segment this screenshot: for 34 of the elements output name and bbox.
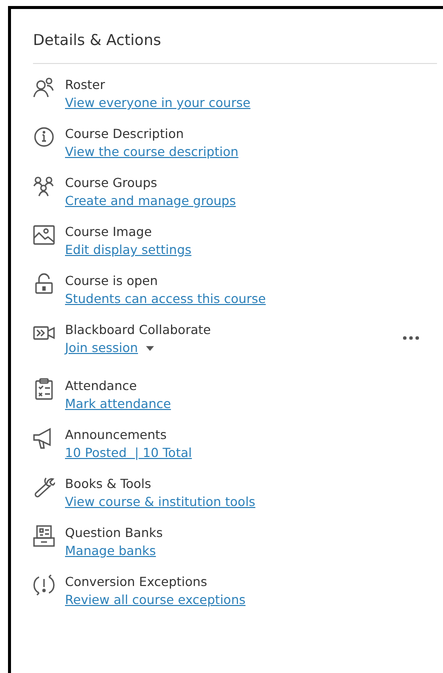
wrench-icon [33, 476, 55, 498]
more-icon[interactable] [403, 336, 419, 340]
unlocked-padlock-icon [33, 273, 55, 295]
action-link[interactable]: Mark attendance [65, 395, 171, 413]
action-link[interactable]: Students can access this course [65, 290, 266, 308]
item-title: Roster [65, 76, 106, 94]
item-title: Blackboard Collaborate [65, 321, 211, 339]
item-title: Course is open [65, 272, 159, 290]
people-icon [33, 77, 55, 99]
item-title: Conversion Exceptions [65, 573, 208, 591]
image-icon [33, 224, 55, 246]
item-title: Announcements [65, 426, 168, 444]
action-link[interactable]: Join session [65, 339, 138, 357]
caret-icon[interactable] [146, 346, 154, 350]
drawer-icon [33, 525, 55, 547]
action-link[interactable]: View course & institution tools [65, 493, 256, 511]
action-link[interactable]: Manage banks [65, 542, 156, 560]
action-link[interactable]: 10 Posted | 10 Total [65, 444, 192, 462]
item-title: Course Image [65, 223, 153, 241]
action-link[interactable]: View the course description [65, 143, 238, 161]
item-title: Books & Tools [65, 475, 152, 493]
item-title: Course Groups [65, 174, 158, 192]
item-title: Attendance [65, 377, 138, 395]
action-link[interactable]: Edit display settings [65, 241, 192, 259]
action-link[interactable]: Review all course exceptions [65, 591, 246, 609]
action-link[interactable]: View everyone in your course [65, 94, 250, 112]
item-title: Course Description [65, 125, 185, 143]
clipboard-icon [33, 378, 55, 400]
panel-title: Details & Actions [33, 31, 162, 49]
item-title: Question Banks [65, 524, 163, 542]
refresh-alert-icon [33, 574, 55, 596]
action-link[interactable]: Create and manage groups [65, 192, 236, 210]
info-icon [33, 126, 55, 148]
group-icon [33, 175, 55, 197]
